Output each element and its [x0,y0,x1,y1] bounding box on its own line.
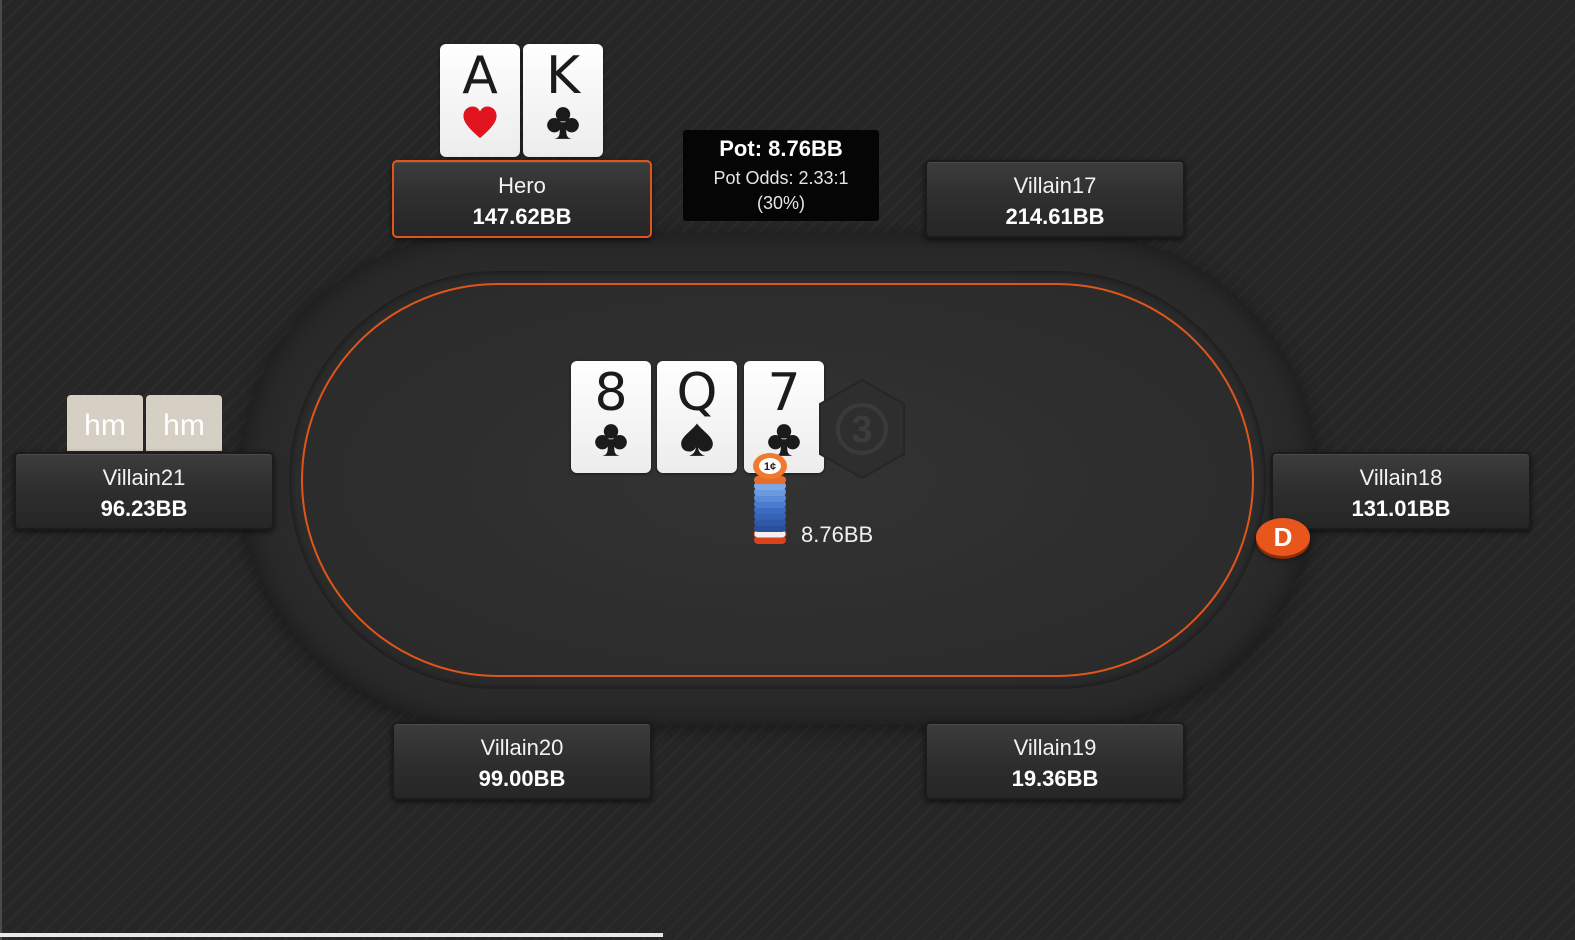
window-left-border [0,0,2,940]
villain21-hidden-card-1: hm [67,395,143,451]
seat-stack-size: 147.62BB [472,204,572,229]
street-badge-number: 3 [851,409,872,451]
card-rank: K [545,46,581,106]
pot-total: Pot: 8.76BB [719,136,843,161]
pot-odds: Pot Odds: 2.33:1 [713,168,849,188]
card-rank: 7 [767,363,801,423]
chip-stack-icon: 1¢ [751,450,789,550]
heart-suit-icon [462,104,498,142]
card-rank: 8 [594,363,628,423]
seat-player-name: Villain19 [1013,735,1097,760]
seat-villain18[interactable]: Villain18 131.01BB [1271,452,1531,530]
seat-stack-size: 99.00BB [478,766,566,791]
seat-villain20[interactable]: Villain20 99.00BB [392,722,652,800]
board-card-2: Q [657,361,737,473]
board-card-1: 8 [571,361,651,473]
seat-player-name: Villain17 [1013,173,1097,198]
street-hexagon-badge: 3 [818,378,906,480]
seat-player-name: Villain18 [1359,465,1443,490]
dealer-button: D [1256,518,1310,556]
card-rank: Q [676,363,718,423]
seat-stack-size: 131.01BB [1351,496,1451,521]
seat-villain19[interactable]: Villain19 19.36BB [925,722,1185,800]
seat-player-name: Villain21 [102,465,186,490]
seat-villain17[interactable]: Villain17 214.61BB [925,160,1185,238]
seat-villain21[interactable]: Villain21 96.23BB [14,452,274,530]
club-suit-icon [593,421,629,459]
hero-card-1: A [440,44,520,157]
chip-denomination: 1¢ [764,461,776,473]
pot-odds-percent: (30%) [756,193,805,213]
villain21-hidden-card-2: hm [146,395,222,451]
pot-info-box: Pot: 8.76BB Pot Odds: 2.33:1 (30%) [683,130,879,221]
seat-player-name: Hero [498,173,546,198]
seat-stack-size: 19.36BB [1011,766,1099,791]
hero-card-2: K [523,44,603,157]
scroll-progress-bar [0,933,663,937]
card-rank: A [462,46,498,106]
spade-suit-icon [679,421,715,459]
seat-stack-size: 96.23BB [100,496,188,521]
seat-stack-size: 214.61BB [1005,204,1105,229]
club-suit-icon [545,104,581,142]
seat-hero[interactable]: Hero 147.62BB [392,160,652,238]
bet-amount: 8.76BB [801,522,874,547]
seat-player-name: Villain20 [480,735,564,760]
